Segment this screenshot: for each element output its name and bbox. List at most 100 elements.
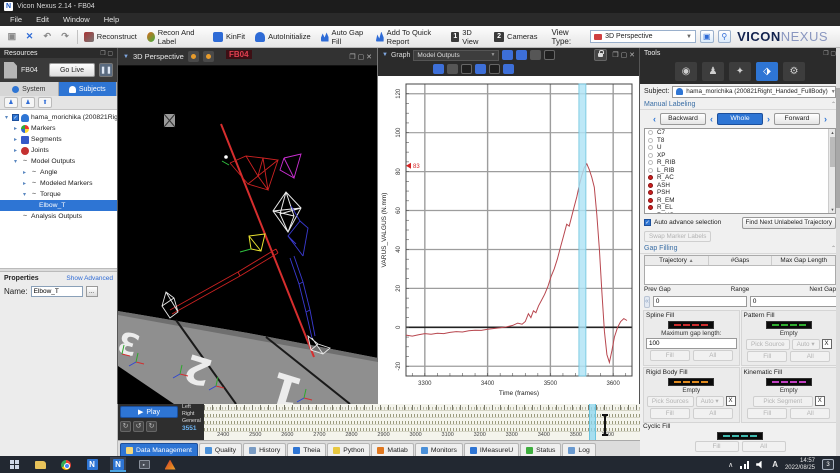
- marker-item-psh[interactable]: PSH: [645, 189, 835, 197]
- undo-icon[interactable]: ↶: [41, 30, 53, 43]
- find-next-unlabeled-button[interactable]: Find Next Unlabeled Trajectory: [742, 217, 836, 229]
- toolbar-button-recon-and-label[interactable]: Recon And Label: [147, 28, 203, 46]
- tab-imeasureu[interactable]: IMeasureU: [464, 443, 519, 456]
- speaker-icon[interactable]: [756, 461, 765, 469]
- rigid-all-button[interactable]: All: [693, 408, 733, 419]
- redo-icon[interactable]: ↷: [59, 30, 71, 43]
- marker-item-ash[interactable]: ASH: [645, 182, 835, 190]
- forward-button[interactable]: Forward: [774, 113, 820, 125]
- ime-indicator[interactable]: A: [772, 460, 778, 469]
- spline-all-button[interactable]: All: [693, 350, 733, 361]
- marker-list-scrollbar[interactable]: ▲▼: [828, 129, 835, 213]
- toolbar-button-auto-gap-fill[interactable]: Auto Gap Fill: [321, 28, 366, 46]
- menu-file[interactable]: File: [10, 15, 22, 24]
- resources-tab-subjects[interactable]: Subjects: [59, 82, 118, 96]
- gap-table-header-trajectory[interactable]: Trajectory ▲: [645, 256, 709, 265]
- save-icon[interactable]: ▣: [6, 30, 18, 43]
- network-icon[interactable]: [740, 461, 749, 469]
- marker-item-r-us[interactable]: R_US: [645, 212, 835, 215]
- range-start-input[interactable]: [653, 296, 747, 307]
- z-component-icon[interactable]: [461, 64, 472, 74]
- tools-scrollbar[interactable]: [836, 48, 840, 456]
- capture-icon[interactable]: [544, 50, 555, 60]
- kinematic-clear-button[interactable]: X: [815, 396, 825, 406]
- once-icon[interactable]: ↻: [146, 421, 157, 432]
- chrome-icon[interactable]: [58, 457, 74, 472]
- rigid-clear-button[interactable]: X: [726, 396, 736, 406]
- expander-closed-icon[interactable]: ▸: [21, 180, 28, 187]
- start-button[interactable]: [6, 457, 22, 472]
- name-input[interactable]: [31, 286, 83, 297]
- timeline-cursor[interactable]: [589, 404, 596, 440]
- expander-open-icon[interactable]: ▾: [12, 158, 19, 165]
- gap-table-header-gaps[interactable]: #Gaps: [709, 256, 773, 265]
- resources-header-icons[interactable]: ❐ ▢: [100, 50, 113, 57]
- gap-table-header-maxlen[interactable]: Max Gap Length: [772, 256, 835, 265]
- panel-window-icons[interactable]: ❐ ▢ ✕: [612, 51, 635, 59]
- pattern-clear-button[interactable]: X: [822, 339, 832, 349]
- subject-select[interactable]: hama_morichika (200821Right_Handed_FullB…: [672, 86, 836, 98]
- expander-closed-icon[interactable]: ▸: [21, 169, 28, 176]
- tab-quality[interactable]: Quality: [199, 443, 242, 456]
- tree-item-joints[interactable]: ▸Joints: [0, 145, 117, 156]
- orbit-mode-icon[interactable]: [188, 51, 199, 62]
- manual-labeling-section-header[interactable]: Manual Labeling ⌃: [640, 99, 840, 110]
- backward-button[interactable]: Backward: [660, 113, 706, 125]
- pin-view-button[interactable]: ⚲: [718, 30, 732, 43]
- marker-item-r-em[interactable]: R_EM: [645, 197, 835, 205]
- zoom-graph-icon[interactable]: [489, 64, 500, 74]
- marker-item-l-rib[interactable]: L_RIB: [645, 167, 835, 175]
- traces-icon[interactable]: [516, 50, 527, 60]
- rigid-fill-button[interactable]: Fill: [650, 408, 690, 419]
- pattern-all-button[interactable]: All: [790, 351, 830, 362]
- marker-item-u[interactable]: U: [645, 144, 835, 152]
- toolbar-button-cameras[interactable]: 2Cameras: [494, 32, 537, 42]
- tree-item-model-outputs[interactable]: ▾~Model Outputs: [0, 156, 117, 167]
- y-component-icon[interactable]: [447, 64, 458, 74]
- graph-source-select[interactable]: Model Outputs ▼: [413, 50, 499, 61]
- fit-graph-icon[interactable]: [475, 64, 486, 74]
- play-button[interactable]: ▶ Play: [120, 406, 178, 418]
- nexus-app-icon[interactable]: N: [84, 457, 100, 472]
- marker-item-r-ac[interactable]: R_AC: [645, 174, 835, 182]
- marker-item-r-rib[interactable]: R_RIB: [645, 159, 835, 167]
- lock-icon[interactable]: [594, 49, 607, 61]
- timeline-ruler[interactable]: 2300240025002600270028002900300031003200…: [204, 404, 640, 440]
- tab-matlab[interactable]: Matlab: [371, 443, 413, 456]
- marker-item-r-el[interactable]: R_EL: [645, 204, 835, 212]
- pick-source-button[interactable]: Pick Source: [746, 339, 790, 350]
- range-end-handle[interactable]: [604, 414, 606, 436]
- pause-button[interactable]: ❚❚: [99, 63, 113, 77]
- 3d-viewport[interactable]: 3 2 1: [118, 66, 378, 404]
- expander-closed-icon[interactable]: ▸: [12, 136, 19, 143]
- whole-button[interactable]: Whole: [717, 113, 763, 125]
- x-component-icon[interactable]: [433, 64, 444, 74]
- tree-item-analysis-outputs[interactable]: ~Analysis Outputs: [0, 211, 117, 222]
- expander-open-icon[interactable]: ▾: [21, 191, 28, 198]
- tools-header-icons[interactable]: ❐ ▢: [823, 50, 836, 57]
- save-view-button[interactable]: ▣: [700, 30, 714, 43]
- cyclic-fill-button[interactable]: Fill: [695, 441, 739, 452]
- components-icon[interactable]: [502, 50, 513, 60]
- nexus-app-icon-active[interactable]: N: [110, 457, 126, 472]
- gap-table[interactable]: Trajectory ▲ #Gaps Max Gap Length: [644, 255, 836, 285]
- range-end-input[interactable]: [750, 296, 840, 307]
- tree-item-modeled-markers[interactable]: ▸~Modeled Markers: [0, 178, 117, 189]
- tree-item-torque[interactable]: ▾~Torque: [0, 189, 117, 200]
- max-gap-length-input[interactable]: [646, 338, 737, 349]
- tab-log[interactable]: Log: [562, 443, 595, 456]
- marker-item-t8[interactable]: T8: [645, 137, 835, 145]
- toolbar-button-3d-view[interactable]: 13D View: [451, 28, 484, 46]
- panel-window-icons[interactable]: ❐ ▢ ✕: [349, 53, 372, 61]
- tab-python[interactable]: Python: [327, 443, 370, 456]
- view-type-select[interactable]: 3D Perspective ▼: [590, 30, 696, 43]
- pick-segment-button[interactable]: Pick Segment: [753, 396, 813, 407]
- tree-item-markers[interactable]: ▸Markers: [0, 123, 117, 134]
- toolbar-button-autoinitialize[interactable]: AutoInitialize: [255, 32, 311, 42]
- swap-marker-labels-button[interactable]: Swap Marker Labels: [644, 231, 711, 242]
- marker-item-c7[interactable]: C7: [645, 129, 835, 137]
- matlab-app-icon[interactable]: [162, 457, 178, 472]
- pick-sources-button[interactable]: Pick Sources: [647, 396, 694, 407]
- pattern-fill-button[interactable]: Fill: [747, 351, 787, 362]
- toolbar-button-reconstruct[interactable]: Reconstruct: [84, 32, 137, 42]
